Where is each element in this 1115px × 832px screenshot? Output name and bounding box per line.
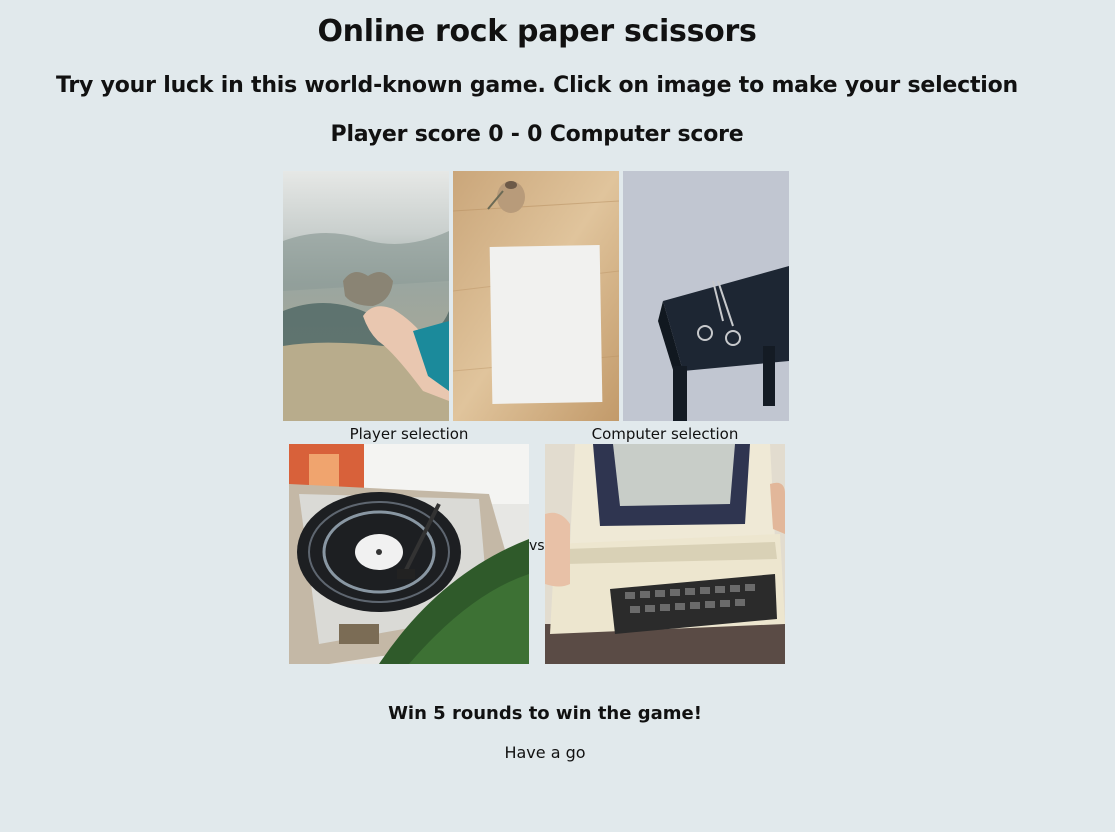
paper-choice-button[interactable] (453, 171, 619, 421)
score-board: Player score 0 - 0 Computer score (330, 122, 744, 147)
paper-image (453, 171, 619, 421)
versus-label: vs (529, 538, 545, 554)
rock-image (283, 171, 449, 421)
record-player-icon (289, 444, 529, 664)
instructions: Try your luck in this world-known game. … (55, 73, 1019, 98)
choice-row (283, 171, 789, 421)
retro-computer-icon (545, 444, 785, 664)
scissors-image (623, 171, 789, 421)
game-rule-text: Win 5 rounds to win the game! (388, 703, 702, 724)
player-selection-label: Player selection (349, 425, 469, 443)
computer-selection-label: Computer selection (591, 425, 739, 443)
scissors-choice-button[interactable] (623, 171, 789, 421)
computer-selection-image (545, 444, 785, 664)
game-status-text: Have a go (504, 743, 586, 762)
rock-choice-button[interactable] (283, 171, 449, 421)
player-selection-image (289, 444, 529, 664)
page-title: Online rock paper scissors (317, 14, 757, 49)
